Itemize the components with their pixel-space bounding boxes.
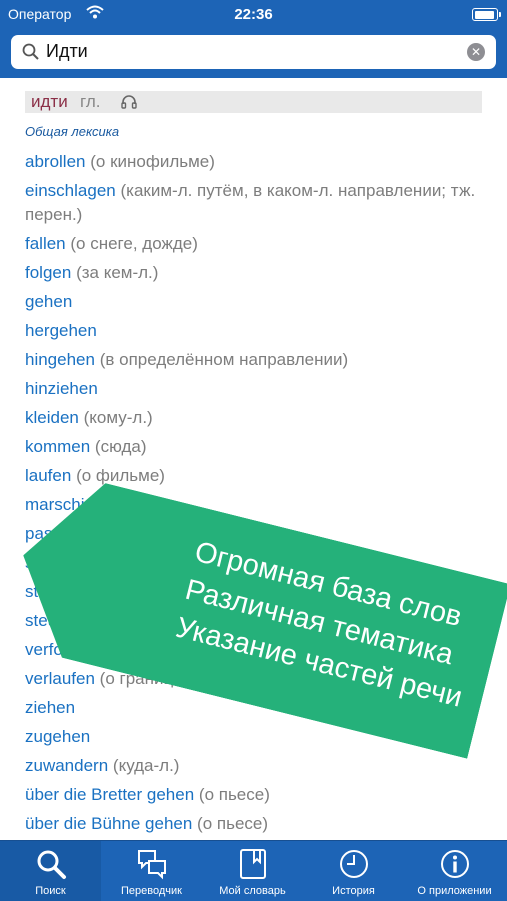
tab-about[interactable]: О приложении bbox=[404, 841, 505, 901]
book-icon bbox=[240, 849, 266, 879]
translation-gloss: (в определённом направлении) bbox=[99, 350, 349, 369]
translation-word[interactable]: hergehen bbox=[25, 321, 97, 340]
part-of-speech: гл. bbox=[80, 92, 101, 111]
headword-row: идти гл. bbox=[25, 91, 482, 113]
list-item[interactable]: zuwandern (куда-л.) bbox=[25, 754, 495, 778]
translation-gloss: (о снеге, дожде) bbox=[70, 234, 198, 253]
info-icon bbox=[441, 850, 469, 878]
tab-label: Поиск bbox=[35, 885, 66, 897]
translation-word[interactable]: ziehen bbox=[25, 698, 75, 717]
list-item[interactable]: kommen (сюда) bbox=[25, 435, 495, 459]
translation-word[interactable]: einschlagen bbox=[25, 181, 116, 200]
clear-icon[interactable]: ✕ bbox=[467, 43, 485, 61]
translation-word[interactable]: laufen bbox=[25, 466, 71, 485]
headword: идти bbox=[31, 92, 68, 111]
tab-search[interactable]: Поиск bbox=[0, 841, 101, 901]
tab-label: История bbox=[332, 885, 375, 897]
tab-label: Переводчик bbox=[121, 885, 182, 897]
search-icon bbox=[37, 850, 66, 879]
list-item[interactable]: abrollen (о кинофильме) bbox=[25, 150, 495, 174]
search-input[interactable]: Идти ✕ bbox=[11, 35, 496, 69]
search-bar: Идти ✕ bbox=[0, 30, 507, 78]
battery-icon bbox=[472, 8, 501, 21]
tab-label: О приложении bbox=[417, 885, 492, 897]
list-item[interactable]: kleiden (кому-л.) bbox=[25, 406, 495, 430]
tab-translator[interactable]: Переводчик bbox=[101, 841, 202, 901]
tab-my-dictionary[interactable]: Мой словарь bbox=[202, 841, 303, 901]
translation-word[interactable]: über die Bretter gehen bbox=[25, 785, 194, 804]
translation-word[interactable]: kommen bbox=[25, 437, 90, 456]
translation-gloss: (за кем-л.) bbox=[76, 263, 159, 282]
headphones-icon[interactable] bbox=[121, 94, 137, 114]
translation-word[interactable]: kleiden bbox=[25, 408, 79, 427]
list-item[interactable]: laufen (о фильме) bbox=[25, 464, 495, 488]
list-item[interactable]: einschlagen (каким-л. путём, в каком-л. … bbox=[25, 179, 495, 227]
status-bar: Оператор 22:36 bbox=[0, 0, 507, 30]
clock-time: 22:36 bbox=[234, 6, 273, 23]
translation-gloss: (сюда) bbox=[94, 437, 147, 456]
translation-gloss: (о кинофильме) bbox=[90, 152, 215, 171]
list-item[interactable]: hingehen (в определённом направлении) bbox=[25, 348, 495, 372]
translation-word[interactable]: über die Bühne gehen bbox=[25, 814, 192, 833]
translation-word[interactable]: zuwandern bbox=[25, 756, 108, 775]
list-item[interactable]: fallen (о снеге, дожде) bbox=[25, 232, 495, 256]
translation-word[interactable]: fallen bbox=[25, 234, 66, 253]
translation-word[interactable]: verlaufen bbox=[25, 669, 95, 688]
translation-gloss: (о фильме) bbox=[76, 466, 165, 485]
translation-gloss: (куда-л.) bbox=[112, 756, 180, 775]
translation-word[interactable]: abrollen bbox=[25, 152, 86, 171]
search-query: Идти bbox=[46, 41, 88, 61]
search-icon bbox=[22, 43, 39, 65]
translation-word[interactable]: gehen bbox=[25, 292, 72, 311]
list-item[interactable]: folgen (за кем-л.) bbox=[25, 261, 495, 285]
tab-history[interactable]: История bbox=[303, 841, 404, 901]
tab-label: Мой словарь bbox=[219, 885, 286, 897]
clock-icon bbox=[340, 850, 368, 878]
translation-word[interactable]: hinziehen bbox=[25, 379, 98, 398]
list-item[interactable]: über die Bühne gehen (о пьесе) bbox=[25, 812, 495, 836]
list-item[interactable]: hergehen bbox=[25, 319, 495, 343]
chat-bubbles-icon bbox=[138, 850, 166, 880]
translation-word[interactable]: zugehen bbox=[25, 727, 90, 746]
translation-gloss: (кому-л.) bbox=[83, 408, 153, 427]
list-item[interactable]: hinziehen bbox=[25, 377, 495, 401]
section-title: Общая лексика bbox=[25, 124, 120, 139]
translation-word[interactable]: folgen bbox=[25, 263, 71, 282]
tab-bar: Поиск Переводчик Мой словарь История О п… bbox=[0, 840, 507, 901]
translation-gloss: (о пьесе) bbox=[197, 814, 269, 833]
translation-word[interactable]: hingehen bbox=[25, 350, 95, 369]
list-item[interactable]: gehen bbox=[25, 290, 495, 314]
list-item[interactable]: über die Bretter gehen (о пьесе) bbox=[25, 783, 495, 807]
translation-gloss: (о пьесе) bbox=[198, 785, 270, 804]
